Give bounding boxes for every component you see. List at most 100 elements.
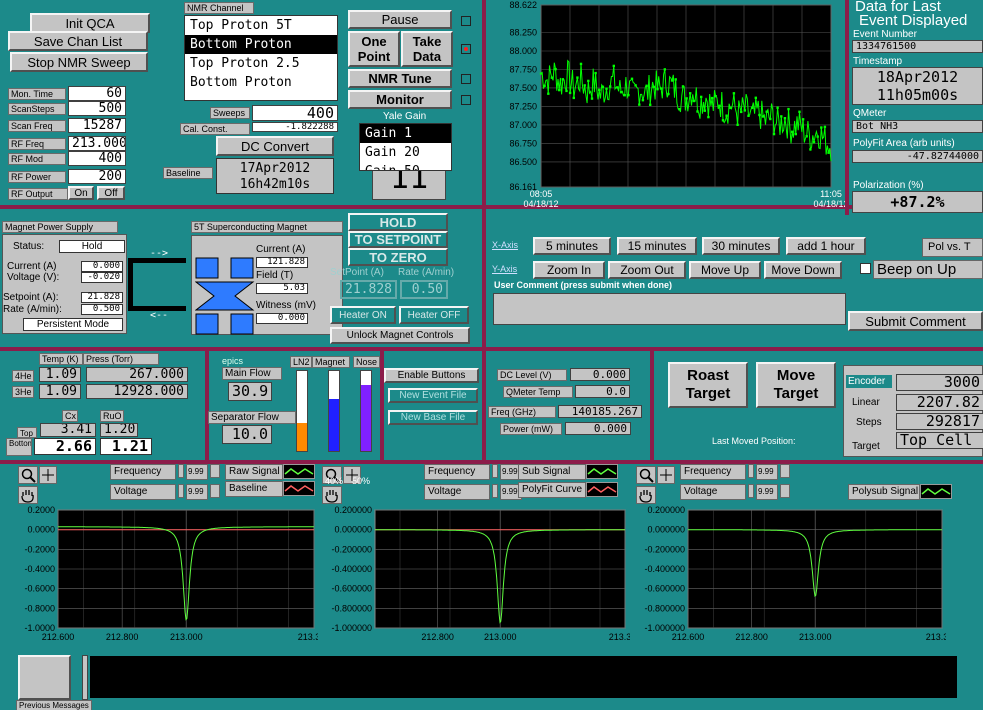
y-tick-label: 0.2000 [27,505,55,515]
voltage-axis-label: Voltage [110,484,176,500]
stop-nmr-sweep-button[interactable]: Stop NMR Sweep [10,52,148,72]
nmr-channel-item[interactable]: Bottom Proton [185,73,337,92]
legend-swatch[interactable] [586,482,618,497]
one-point-button[interactable]: One Point [348,31,400,67]
legend-swatch[interactable] [586,464,618,479]
init-qca-button[interactable]: Init QCA [30,13,150,33]
x-axis-button[interactable]: add 1 hour [786,237,866,255]
to-setpoint-button[interactable]: TO SETPOINT [348,231,448,248]
axis-scale-icon[interactable] [178,484,184,498]
sc-current-label: Current (A) [256,244,306,255]
yale-gain-item[interactable]: Gain 50 [360,162,451,170]
axis-lock-icon[interactable] [210,484,220,498]
timestamp-label: Timestamp [853,56,903,67]
param-value[interactable]: 15287 [68,118,126,133]
nmr-tune-button[interactable]: NMR Tune [348,69,452,88]
axis-scale-icon[interactable] [748,484,754,498]
heater-on-button[interactable]: Heater ON [330,306,396,324]
x-tick-label: 04/18/12 [813,199,845,209]
new-event-file-button[interactable]: New Event File [388,388,478,403]
axis-lock-icon[interactable] [210,464,220,478]
ctrl-rate-value[interactable]: 0.50 [400,280,448,299]
y-axis-button[interactable]: Zoom In [533,261,605,279]
pan-hand-icon[interactable] [18,486,38,504]
freq-ghz-value: 140185.267 [558,405,642,418]
ctrl-setpoint-value[interactable]: 21.828 [340,280,397,299]
event-date: 18Apr2012 [876,68,959,86]
rf-output-on-button[interactable]: On [68,186,94,200]
polarization-point [583,84,586,87]
messages-area [90,656,957,698]
axis-scale-icon[interactable] [748,464,754,478]
setpoint-value[interactable]: 21.828 [81,292,123,303]
pan-hand-icon[interactable] [322,486,342,504]
monitor-button[interactable]: Monitor [348,90,452,109]
move-target-button[interactable]: Move Target [756,362,836,408]
zoom-icon[interactable] [18,466,38,484]
x-tick-label: 08:05 [530,189,553,199]
submit-comment-button[interactable]: Submit Comment [848,311,983,331]
qmeter-temp-label: QMeter Temp [503,386,573,398]
axis-format-icon[interactable]: 9.99 [756,484,778,500]
enable-buttons-button[interactable]: Enable Buttons [384,368,479,383]
crosshair-icon[interactable] [39,466,57,484]
x-axis-button[interactable]: 30 minutes [702,237,780,255]
axis-format-icon[interactable]: 9.99 [186,464,208,480]
ln2-level-fill [297,423,307,451]
he3-label: 3He [12,386,34,398]
new-base-file-button[interactable]: New Base File [388,410,478,425]
param-value[interactable]: 500 [68,101,126,116]
beep-on-update-checkbox[interactable] [860,263,871,274]
crosshair-icon[interactable] [657,466,675,484]
rate-value[interactable]: 0.500 [81,304,123,315]
nmr-channel-list[interactable]: Top Proton 5T Bottom Proton Top Proton 2.5… [184,15,338,101]
dc-convert-button[interactable]: DC Convert [216,136,334,156]
nmr-channel-item[interactable]: Bottom Proton [185,35,337,54]
axis-lock-icon[interactable] [780,464,790,478]
axis-scale-icon[interactable] [492,464,498,478]
axis-scale-icon[interactable] [178,464,184,478]
legend-label: PolyFit Curve [518,482,586,498]
y-axis-button[interactable]: Zoom Out [608,261,686,279]
legend-swatch[interactable] [283,481,315,496]
legend-swatch[interactable] [920,484,952,499]
message-button-box[interactable] [18,655,71,700]
legend-swatch[interactable] [283,464,315,479]
user-comment-input[interactable] [493,293,846,325]
param-value[interactable]: 400 [68,151,126,166]
axis-lock-icon[interactable] [780,484,790,498]
roast-target-button[interactable]: Roast Target [668,362,748,408]
heater-off-button[interactable]: Heater OFF [399,306,469,324]
nmr-channel-item[interactable]: Top Proton 5T [185,16,337,35]
event-display-panel: Data for Last Event Displayed Event Numb… [849,0,983,215]
yale-gain-item[interactable]: Gain 1 [360,124,451,143]
x-axis-button[interactable]: 15 minutes [617,237,697,255]
param-value[interactable]: 213.000 [68,136,126,151]
zoom-icon[interactable] [636,466,656,484]
unlock-magnet-button[interactable]: Unlock Magnet Controls [330,327,470,344]
main-flow-label: Main Flow [222,367,282,380]
y-tick-label: 87.750 [509,64,537,74]
pause-button[interactable]: Pause [348,10,452,29]
param-label: Mon. Time [8,88,66,100]
message-scrollbar[interactable] [82,655,88,700]
param-value[interactable]: 60 [68,86,126,101]
to-zero-button[interactable]: TO ZERO [348,248,448,266]
hold-button[interactable]: HOLD [348,213,448,231]
axis-format-icon[interactable]: 9.99 [756,464,778,480]
y-axis-button[interactable]: Move Up [689,261,761,279]
yale-gain-list[interactable]: Gain 1Gain 20Gain 50 [359,123,452,171]
x-axis-label: X-Axis [492,240,519,250]
save-chan-list-button[interactable]: Save Chan List [8,31,148,51]
take-data-button[interactable]: Take Data [401,31,453,67]
param-value[interactable]: 200 [68,169,126,184]
move-target-line1: Move [776,367,816,384]
x-axis-button[interactable]: 5 minutes [533,237,611,255]
pan-hand-icon[interactable] [636,486,656,504]
rf-output-off-button[interactable]: Off [97,186,125,200]
axis-scale-icon[interactable] [492,484,498,498]
yale-gain-item[interactable]: Gain 20 [360,143,451,162]
axis-format-icon[interactable]: 9.99 [186,484,208,500]
nmr-channel-item[interactable]: Top Proton 2.5 [185,54,337,73]
y-axis-button[interactable]: Move Down [764,261,842,279]
